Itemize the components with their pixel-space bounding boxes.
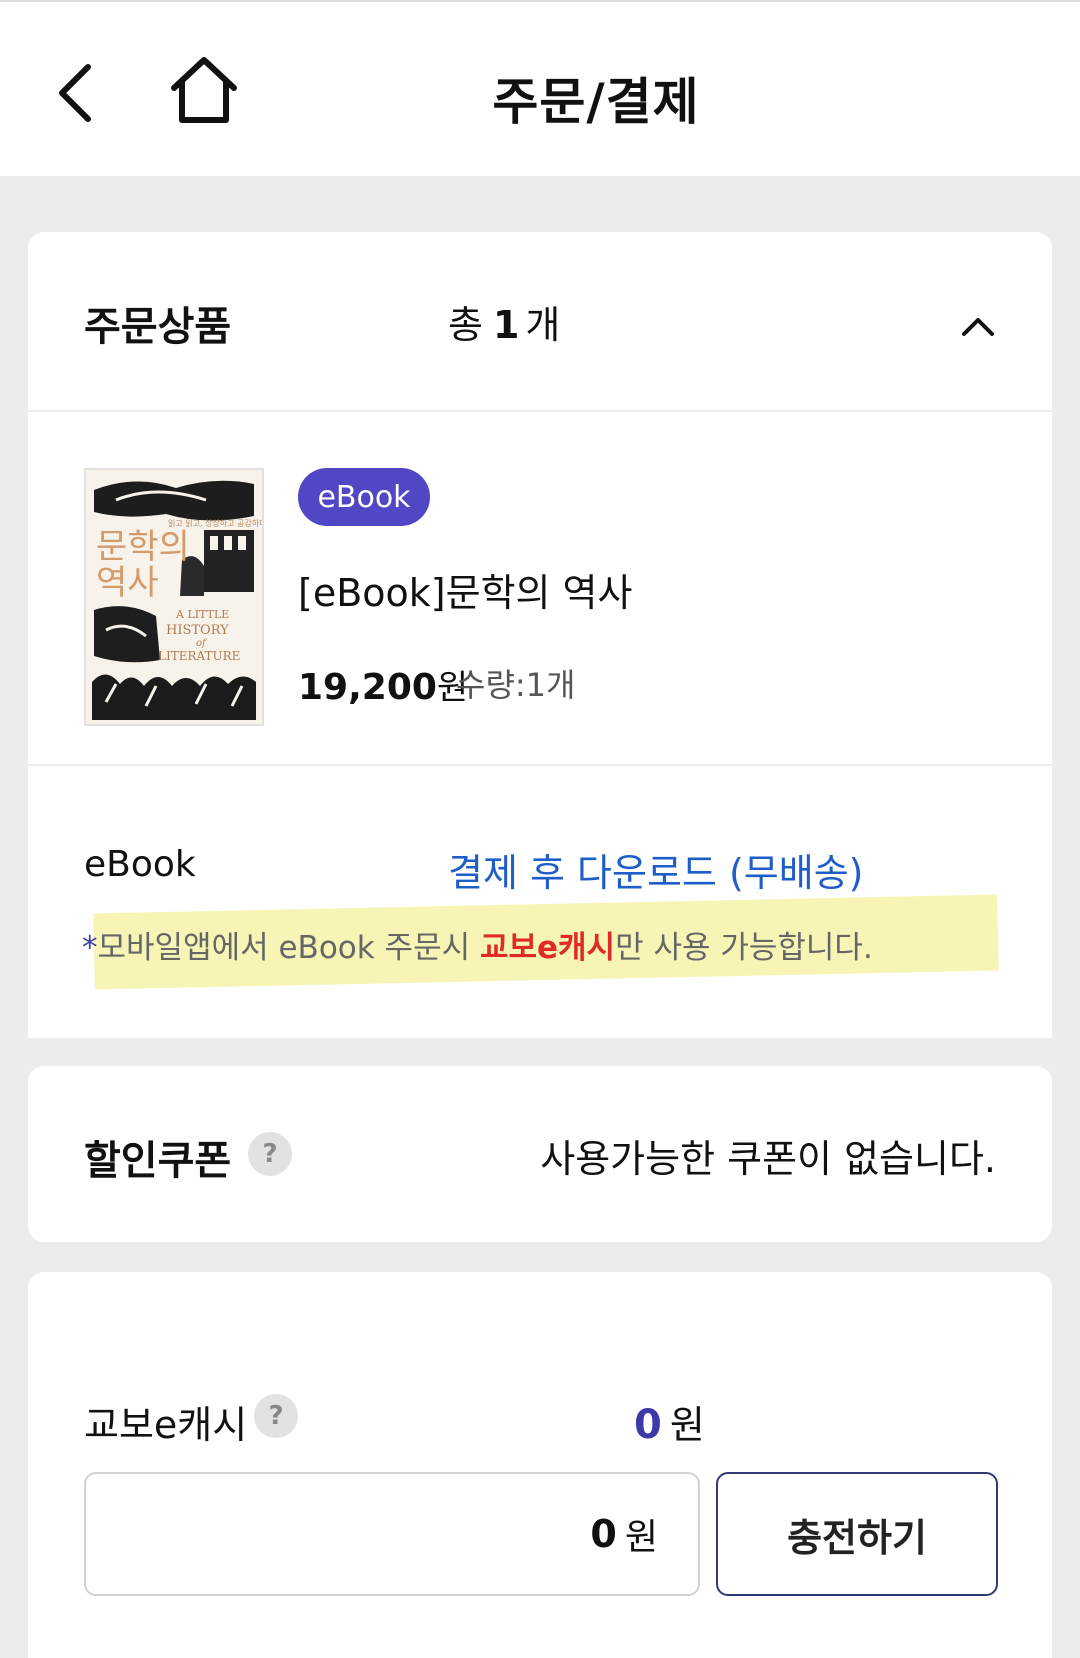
delivery-info: 결제 후 다운로드 (무배송)	[448, 851, 864, 895]
divider	[28, 764, 1052, 766]
ecash-input-unit: 원	[624, 1517, 658, 1558]
cover-title-line1: 문학의	[96, 527, 190, 567]
total-suffix: 개	[525, 303, 561, 347]
order-products-card: 주문상품 총1개 문학의 역사 읽고 읽고, 상상하고 공감하다 A LITTL…	[28, 232, 1052, 1038]
ecash-balance-unit: 원	[669, 1403, 705, 1447]
order-total-count: 총1개	[448, 294, 560, 349]
cover-en-line2: HISTORY	[166, 623, 229, 638]
cover-tagline: 읽고 읽고, 상상하고 공감하다	[168, 518, 262, 528]
ecash-help-icon[interactable]: ?	[254, 1394, 298, 1438]
notice-asterisk: *	[82, 930, 98, 966]
coupon-help-icon[interactable]: ?	[248, 1132, 292, 1176]
product-quantity: 수량:1개	[456, 666, 576, 704]
price-value: 19,200	[298, 667, 437, 708]
collapse-toggle[interactable]	[960, 310, 996, 340]
cover-en-line1: A LITTLE	[175, 608, 229, 621]
notice-emphasis: 교보e캐시	[479, 930, 616, 966]
ecash-amount-input[interactable]: 0원	[84, 1472, 700, 1596]
notice-text-before: 모바일앱에서 eBook 주문시	[97, 930, 480, 966]
charge-button[interactable]: 충전하기	[716, 1472, 998, 1596]
product-title[interactable]: [eBook]문학의 역사	[298, 562, 632, 617]
coupon-message: 사용가능한 쿠폰이 없습니다.	[540, 1137, 996, 1181]
ebook-badge: eBook	[298, 468, 430, 526]
ecash-label: 교보e캐시	[84, 1403, 248, 1447]
notice-text-after: 만 사용 가능합니다.	[615, 930, 873, 966]
ecash-notice: *모바일앱에서 eBook 주문시 교보e캐시만 사용 가능합니다.	[82, 922, 873, 967]
coupon-card: 할인쿠폰 ? 사용가능한 쿠폰이 없습니다.	[28, 1066, 1052, 1242]
order-section-title: 주문상품	[84, 304, 232, 350]
cover-title-line2: 역사	[96, 563, 159, 603]
ecash-balance: 0원	[634, 1394, 705, 1449]
book-cover-image[interactable]: 문학의 역사 읽고 읽고, 상상하고 공감하다 A LITTLE HISTORY…	[84, 468, 264, 726]
divider	[28, 410, 1052, 412]
total-prefix: 총	[448, 303, 483, 347]
ecash-input-value: 0	[590, 1512, 617, 1556]
total-count: 1	[492, 303, 520, 347]
cover-en-line4: LITERATURE	[158, 649, 240, 663]
ecash-card: 교보e캐시 ? 0원 0원 충전하기	[28, 1272, 1052, 1658]
coupon-section-title: 할인쿠폰	[84, 1138, 232, 1184]
delivery-type-label: eBook	[84, 844, 196, 885]
ecash-balance-value: 0	[634, 1402, 662, 1448]
top-app-bar: 주문/결제	[0, 0, 1080, 176]
chevron-up-icon	[962, 318, 994, 336]
product-price: 19,200원	[298, 660, 468, 709]
page-title: 주문/결제	[492, 73, 700, 131]
